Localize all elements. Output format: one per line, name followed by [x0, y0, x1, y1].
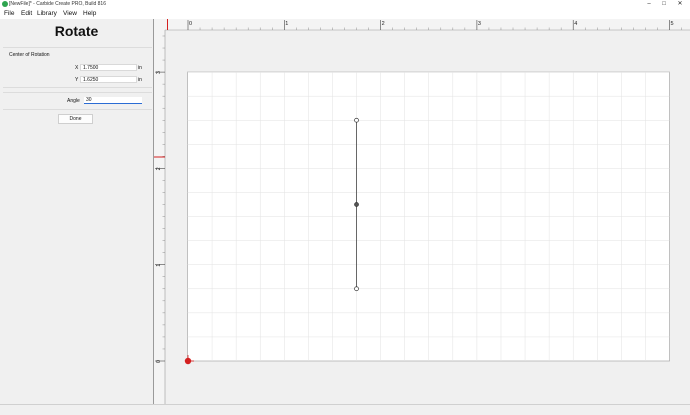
x-ruler-label: 0	[189, 21, 192, 27]
close-button[interactable]: ✕	[674, 0, 686, 9]
y-ruler-label: 2	[156, 167, 162, 170]
y-ruler-label: 0	[156, 360, 162, 363]
design-canvas[interactable]: 0 1 2 3 4 5 0 1 2 3	[154, 19, 690, 404]
angle-input[interactable]: 30	[84, 97, 142, 104]
x-ruler-label: 5	[671, 21, 674, 27]
menu-edit[interactable]: Edit	[21, 10, 32, 17]
rotate-panel: Rotate Center of Rotation X 1.7500 in Y …	[0, 19, 153, 404]
y-ruler-label: 3	[156, 71, 162, 74]
menu-file[interactable]: File	[4, 10, 14, 17]
menu-bar: File Edit Library View Help	[0, 9, 690, 19]
angle-label: Angle	[67, 98, 80, 104]
x-label: X	[75, 65, 79, 71]
panel-title: Rotate	[54, 23, 99, 39]
horizontal-ruler: 0 1 2 3 4 5	[154, 19, 690, 31]
title-bar: [NewFile]* - Carbide Create PRO, Build 8…	[0, 0, 690, 9]
y-label: Y	[75, 77, 79, 83]
menu-help[interactable]: Help	[83, 10, 96, 17]
app-icon	[2, 1, 8, 7]
center-of-rotation-group: Center of Rotation X 1.7500 in Y 1.6250 …	[3, 47, 152, 88]
window-title: [NewFile]* - Carbide Create PRO, Build 8…	[9, 1, 106, 7]
menu-view[interactable]: View	[63, 10, 77, 17]
menu-library[interactable]: Library	[37, 10, 57, 17]
maximize-button[interactable]: □	[658, 0, 670, 9]
y-ruler-label: 1	[156, 264, 162, 267]
end-node-bottom[interactable]	[354, 286, 359, 292]
x-ruler-label: 4	[574, 21, 577, 27]
x-input[interactable]: 1.7500	[80, 64, 137, 71]
minimize-button[interactable]: –	[643, 0, 655, 9]
x-ruler-label: 3	[478, 21, 481, 27]
end-node-top[interactable]	[354, 117, 359, 123]
angle-group: Angle 30	[3, 92, 152, 110]
done-button[interactable]: Done	[58, 114, 93, 124]
rotation-center-node[interactable]	[354, 202, 359, 207]
status-bar	[0, 404, 690, 415]
y-unit: in	[138, 77, 142, 83]
x-ruler-label: 2	[382, 21, 385, 27]
x-unit: in	[138, 65, 142, 71]
x-ruler-label: 1	[285, 21, 288, 27]
center-of-rotation-label: Center of Rotation	[9, 52, 50, 58]
vertical-ruler: 0 1 2 3	[154, 19, 166, 404]
y-input[interactable]: 1.6250	[80, 76, 137, 83]
